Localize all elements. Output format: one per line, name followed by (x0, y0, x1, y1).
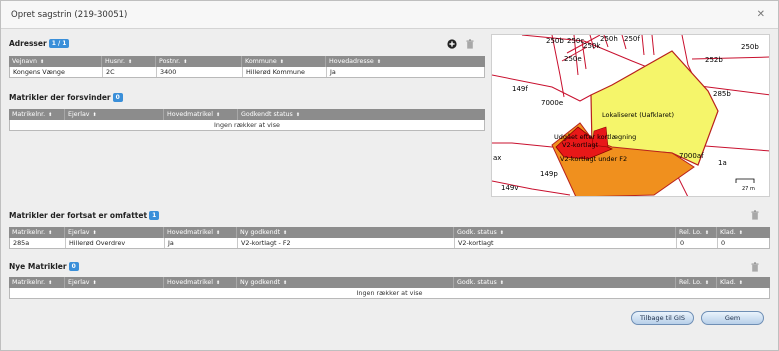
column-header[interactable]: Hovedmatrikel ⬍ (164, 227, 237, 238)
nye-table: Matrikelnr. ⬍ Ejerlav ⬍ Hovedmatrikel ⬍ Ny … (9, 277, 770, 300)
column-header[interactable]: Klad. ⬍ (717, 277, 770, 288)
forsvinder-table: Matrikelnr. ⬍ Ejerlav ⬍ Hovedmatrikel ⬍ God… (9, 109, 485, 132)
back-to-gis-button[interactable]: Tilbage til GIS (631, 311, 694, 325)
omfattet-section-title: Matrikler der fortsat er omfattet 1 (9, 211, 160, 220)
column-header[interactable]: Ejerlav ⬍ (65, 227, 164, 238)
adresser-title: Adresser (9, 39, 47, 48)
map-label: 250k (583, 42, 601, 50)
column-header[interactable]: Ejerlav ⬍ (65, 109, 164, 120)
map-label: 285b (713, 90, 731, 98)
column-header[interactable]: Godk. status ⬍ (454, 277, 676, 288)
empty-message: Ingen rækker at vise (214, 121, 280, 129)
column-header[interactable]: Rel. Lo. ⬍ (676, 277, 717, 288)
map-label: 250b (741, 43, 759, 51)
dialog-title: Opret sagstrin (219-30051) (11, 10, 128, 20)
map-label: 250c (567, 37, 584, 45)
column-header[interactable]: Hovedmatrikel ⬍ (164, 109, 238, 120)
map-label: 149p (540, 170, 558, 178)
empty-message: Ingen rækker at vise (356, 289, 423, 297)
column-header[interactable]: Vejnavn ⬍ (9, 56, 102, 67)
column-header[interactable]: Kommune ⬍ (242, 56, 326, 67)
nye-section-title: Nye Matrikler 0 (9, 262, 79, 271)
column-header[interactable]: Rel. Lo. ⬍ (676, 227, 717, 238)
opret-sagstrin-dialog: Opret sagstrin (219-30051) ✕ Adresser 1 /… (0, 0, 779, 351)
map-annotation: Lokaliseret (Uafklaret) (602, 111, 674, 119)
map-label: 1a (718, 159, 727, 167)
nye-count-badge: 0 (68, 262, 79, 271)
trash-icon[interactable] (751, 210, 759, 222)
map-label: 7000af (679, 152, 704, 160)
empty-row: Ingen rækker at vise (9, 288, 770, 299)
map-label: 250h (600, 35, 618, 43)
nye-table-header: Matrikelnr. ⬍ Ejerlav ⬍ Hovedmatrikel ⬍ Ny … (9, 277, 770, 288)
adresser-table-header: Vejnavn ⬍ Husnr. ⬍ Postnr. ⬍ Kommune ⬍ Hoved… (9, 56, 485, 67)
column-header[interactable]: Ny godkendt ⬍ (237, 227, 454, 238)
column-header[interactable]: Hovedadresse ⬍ (326, 56, 485, 67)
column-header[interactable]: Ny godkendt ⬍ (237, 277, 454, 288)
map-view[interactable]: 250b 250c 250k 250h 250f 250e 250b 252b … (491, 34, 770, 197)
trash-icon[interactable] (466, 39, 474, 51)
column-header[interactable]: Matrikelnr. ⬍ (9, 277, 65, 288)
dialog-titlebar: Opret sagstrin (219-30051) ✕ (1, 1, 778, 29)
map-label: 7000e (541, 99, 563, 107)
table-row[interactable]: Kongens Vænge 2C 3400 Hillerød Kommune J… (9, 67, 485, 78)
close-icon[interactable]: ✕ (757, 9, 765, 20)
adresser-table: Vejnavn ⬍ Husnr. ⬍ Postnr. ⬍ Kommune ⬍ Hoved… (9, 56, 485, 79)
column-header[interactable]: Godk. status ⬍ (454, 227, 676, 238)
map-label: 149f (512, 85, 528, 93)
map-label: 149v (501, 184, 519, 192)
map-label: 250e (564, 55, 582, 63)
add-icon[interactable] (447, 39, 457, 51)
map-label: 250f (624, 35, 640, 43)
omfattet-title: Matrikler der fortsat er omfattet (9, 211, 148, 220)
empty-row: Ingen rækker at vise (9, 120, 485, 131)
forsvinder-table-header: Matrikelnr. ⬍ Ejerlav ⬍ Hovedmatrikel ⬍ God… (9, 109, 485, 120)
table-row[interactable]: 285a Hillerød Overdrev Ja V2-kortlagt - … (9, 238, 770, 249)
map-annotation: V2-kortlagt (562, 141, 599, 149)
forsvinder-section-title: Matrikler der forsvinder 0 (9, 93, 123, 102)
omfattet-table: Matrikelnr. ⬍ Ejerlav ⬍ Hovedmatrikel ⬍ Ny … (9, 227, 770, 250)
map-label: ax (493, 154, 501, 162)
map-label: 252b (705, 56, 723, 64)
column-header[interactable]: Matrikelnr. ⬍ (9, 227, 65, 238)
trash-icon[interactable] (751, 262, 759, 274)
nye-title: Nye Matrikler (9, 262, 67, 271)
column-header[interactable]: Matrikelnr. ⬍ (9, 109, 65, 120)
forsvinder-title: Matrikler der forsvinder (9, 93, 111, 102)
column-header[interactable]: Ejerlav ⬍ (65, 277, 164, 288)
map-annotation: Udgået efter kortlægning (554, 132, 636, 141)
map-annotation: V2-kortlagt under F2 (560, 155, 627, 163)
save-button[interactable]: Gem (701, 311, 764, 325)
map-label: 250b (546, 37, 564, 45)
omfattet-count-badge: 1 (149, 211, 160, 220)
column-header[interactable]: Godkendt status ⬍ (238, 109, 485, 120)
column-header[interactable]: Hovedmatrikel ⬍ (164, 277, 237, 288)
column-header[interactable]: Postnr. ⬍ (156, 56, 242, 67)
adresser-section-title: Adresser 1 / 1 (9, 39, 70, 48)
adresser-count-badge: 1 / 1 (48, 39, 70, 48)
omfattet-table-header: Matrikelnr. ⬍ Ejerlav ⬍ Hovedmatrikel ⬍ Ny … (9, 227, 770, 238)
forsvinder-count-badge: 0 (112, 93, 123, 102)
scale-label: 27 m (742, 186, 755, 192)
column-header[interactable]: Husnr. ⬍ (102, 56, 156, 67)
column-header[interactable]: Klad. ⬍ (717, 227, 770, 238)
